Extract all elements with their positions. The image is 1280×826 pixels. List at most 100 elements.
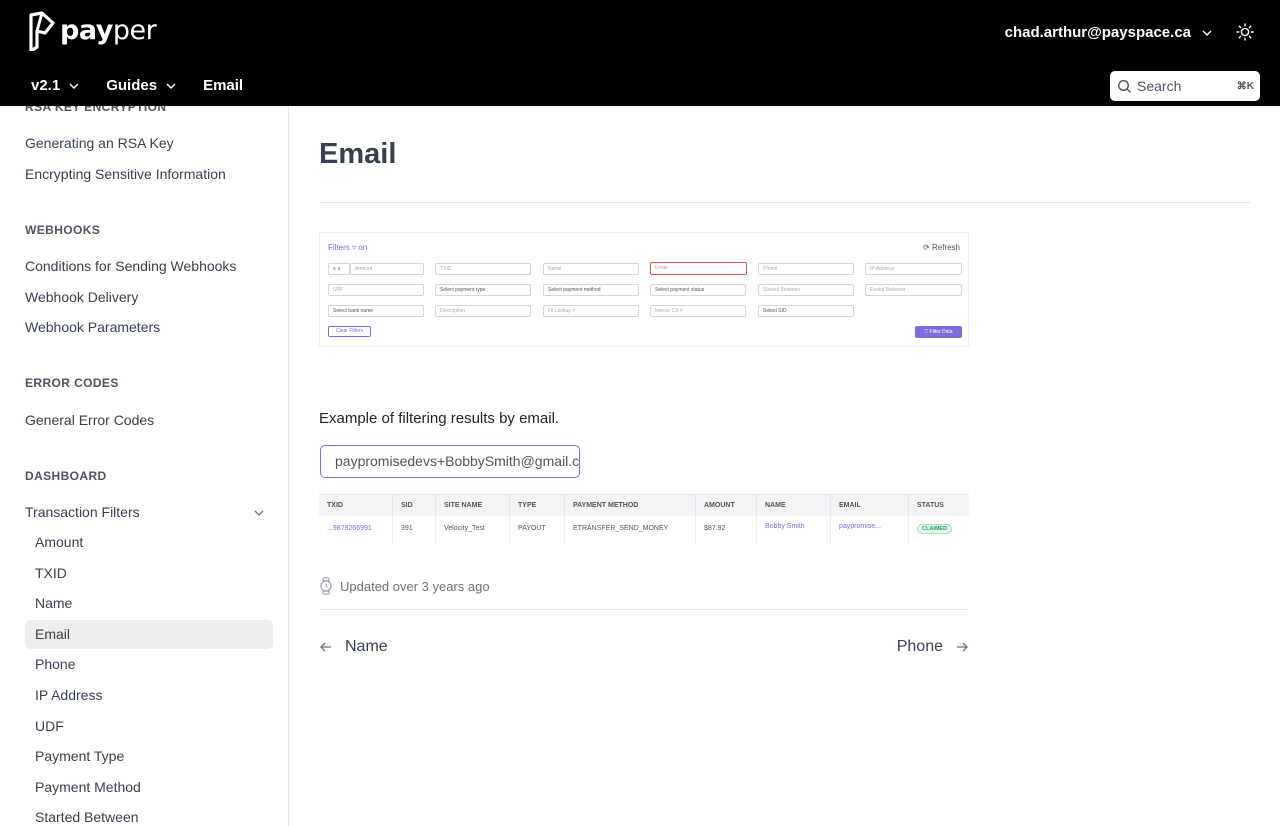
- table-header-cell: TYPE: [510, 495, 565, 517]
- sidebar-item-encrypting-info[interactable]: Encrypting Sensitive Information: [25, 166, 226, 182]
- arrow-left-icon: [320, 642, 331, 652]
- arrow-right-icon: [957, 642, 968, 652]
- filter-bank-name: Select bank name: [328, 305, 424, 317]
- filter-interac-cx: Interac CX #: [650, 305, 746, 317]
- divider: [319, 609, 969, 610]
- sidebar-item-transaction-filters[interactable]: Transaction Filters: [25, 504, 140, 520]
- sidebar-subitem-phone[interactable]: Phone: [25, 650, 273, 679]
- last-updated: Updated over 3 years ago: [319, 577, 490, 595]
- last-updated-text: Updated over 3 years ago: [340, 578, 490, 594]
- sidebar-subitem-ip-address[interactable]: IP Address: [25, 681, 273, 710]
- top-header: payper chad.arthur@payspace.ca v2.1 Guid…: [0, 0, 1280, 106]
- sun-icon[interactable]: [1236, 23, 1254, 41]
- sidebar-subitem-email[interactable]: Email: [25, 620, 273, 649]
- divider: [319, 202, 1250, 203]
- example-description: Example of filtering results by email.: [319, 410, 560, 427]
- chevron-down-icon[interactable]: [252, 506, 266, 520]
- filter-txid: TXID: [435, 263, 531, 275]
- table-header-cell: SITE NAME: [436, 495, 510, 517]
- payper-logo-icon: [29, 11, 55, 51]
- sidebar-heading-webhooks: WEBHOOKS: [25, 223, 101, 237]
- table-cell-status: CLAIMED: [909, 516, 969, 544]
- sidebar-item-generating-rsa-key[interactable]: Generating an RSA Key: [25, 135, 174, 151]
- filter-payment-type: Select payment type: [435, 284, 531, 296]
- filter-panel-title: Filters ▿ on: [328, 243, 368, 252]
- table-cell: paypromise...: [831, 516, 909, 544]
- filter-payment-method: Select payment method: [543, 284, 639, 296]
- table-cell: Velocity_Test: [436, 516, 510, 544]
- guides-label: Guides: [106, 77, 158, 94]
- sidebar-subitem-payment-type[interactable]: Payment Type: [25, 742, 273, 771]
- filter-operator: ≡ ∨: [328, 263, 350, 275]
- filter-email-highlighted: Email: [650, 262, 747, 275]
- prev-page-label: Name: [345, 638, 388, 655]
- sidebar-item-webhook-parameters[interactable]: Webhook Parameters: [25, 319, 160, 335]
- table-header-cell: NAME: [757, 495, 831, 517]
- search-placeholder: Search: [1137, 78, 1182, 94]
- table-cell: 391: [393, 516, 436, 544]
- filter-panel-screenshot: Filters ▿ on ⟳ Refresh ≡ ∨ Amount TXID N…: [319, 232, 969, 347]
- table-header-cell: AMOUNT: [696, 495, 757, 517]
- version-label: v2.1: [31, 77, 61, 94]
- watch-icon: [320, 577, 332, 595]
- prev-page-link[interactable]: Name: [319, 638, 388, 656]
- sidebar-subitem-name[interactable]: Name: [25, 589, 273, 618]
- filter-description: Description: [435, 305, 531, 317]
- status-badge: CLAIMED: [917, 524, 953, 534]
- search-shortcut: ⌘K: [1236, 80, 1254, 92]
- filter-sid: Select SID: [758, 305, 854, 317]
- version-dropdown[interactable]: v2.1: [31, 77, 80, 94]
- table-header-cell: SID: [393, 495, 436, 517]
- search-input[interactable]: Search ⌘K: [1110, 71, 1260, 101]
- filter-amount: Amount: [350, 263, 424, 275]
- page-title: Email: [319, 138, 397, 170]
- sidebar-subitem-amount[interactable]: Amount: [25, 528, 273, 557]
- filter-ip-address: IP Address: [865, 263, 962, 275]
- search-icon: [1117, 79, 1131, 93]
- table-row: ...9879266991 391 Velocity_Test PAYOUT E…: [319, 516, 969, 544]
- chevron-down-icon: [69, 83, 79, 89]
- table-cell: ETRANSFER_SEND_MONEY: [565, 516, 696, 544]
- table-cell: ...9879266991: [319, 516, 393, 544]
- breadcrumb-email[interactable]: Email: [203, 77, 243, 94]
- email-filter-example: paypromisedevs+BobbySmith@gmail.com: [320, 445, 580, 478]
- sidebar-heading-rsa: RSA KEY ENCRYPTION: [25, 106, 167, 114]
- filter-phone: Phone: [758, 263, 854, 275]
- filter-refresh-label: ⟳ Refresh: [923, 243, 960, 252]
- table-header-cell: EMAIL: [831, 495, 909, 517]
- filter-payment-status: Select payment status: [650, 284, 746, 296]
- filter-name: Name: [543, 263, 639, 275]
- payper-logo[interactable]: payper: [25, 11, 157, 51]
- breadcrumb-email-label: Email: [203, 77, 244, 94]
- user-menu[interactable]: chad.arthur@payspace.ca: [1005, 24, 1213, 41]
- table-cell: PAYOUT: [510, 516, 565, 544]
- chevron-down-icon: [1202, 30, 1212, 36]
- next-page-link[interactable]: Phone: [897, 638, 969, 656]
- filter-ended-between: Ended Between: [865, 284, 962, 296]
- user-email: chad.arthur@payspace.ca: [1004, 24, 1191, 41]
- filter-apply-button: ⛉ Filter Data: [915, 326, 962, 338]
- sidebar: RSA KEY ENCRYPTION Generating an RSA Key…: [0, 106, 289, 826]
- filter-clear-button: Clear Filters: [328, 326, 371, 337]
- sidebar-subitem-payment-method[interactable]: Payment Method: [25, 773, 273, 802]
- logo-text: payper: [60, 15, 157, 46]
- table-header-cell: PAYMENT METHOD: [565, 495, 696, 517]
- chevron-down-icon: [166, 83, 176, 89]
- sidebar-heading-error-codes: ERROR CODES: [25, 376, 119, 390]
- sidebar-item-webhook-conditions[interactable]: Conditions for Sending Webhooks: [25, 258, 236, 274]
- sidebar-subitem-started-between[interactable]: Started Between: [25, 803, 273, 826]
- sidebar-heading-dashboard: DASHBOARD: [25, 469, 107, 483]
- sidebar-item-general-error-codes[interactable]: General Error Codes: [25, 412, 154, 428]
- sidebar-subitem-txid[interactable]: TXID: [25, 559, 273, 588]
- results-table-screenshot: TXID SID SITE NAME TYPE PAYMENT METHOD A…: [319, 494, 969, 544]
- filter-started-between: Started Between: [758, 284, 854, 296]
- table-header-cell: TXID: [319, 495, 393, 517]
- sidebar-subitem-udf[interactable]: UDF: [25, 712, 273, 741]
- top-nav: v2.1 Guides Email: [31, 77, 269, 94]
- filter-udf: UDF: [328, 284, 424, 296]
- sidebar-item-webhook-delivery[interactable]: Webhook Delivery: [25, 289, 138, 305]
- table-cell: Bobby Smith: [757, 516, 831, 544]
- guides-dropdown[interactable]: Guides: [106, 77, 177, 94]
- filter-fii-lookup: Fii Lookup #: [543, 305, 639, 317]
- next-page-label: Phone: [896, 638, 943, 655]
